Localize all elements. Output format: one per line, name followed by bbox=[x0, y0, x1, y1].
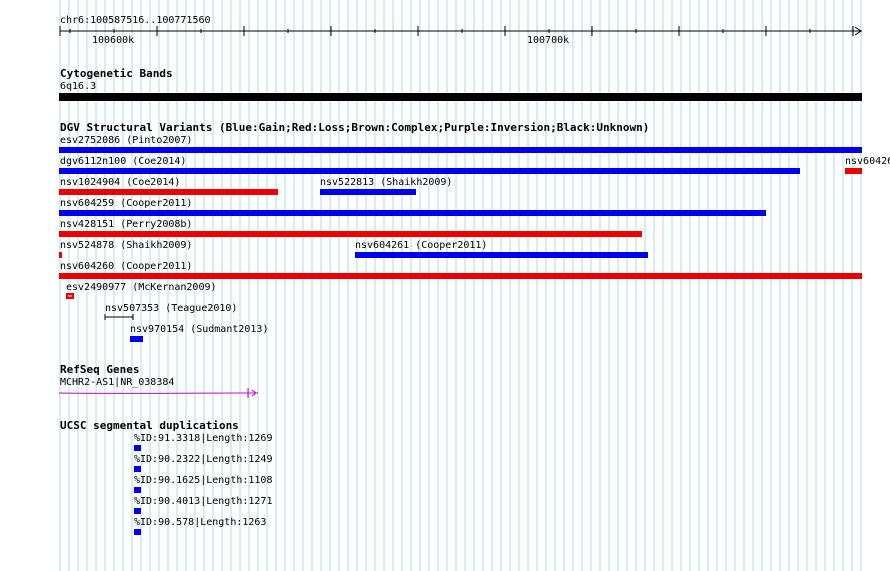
variant-label-nsv604261[interactable]: nsv604261 (Cooper2011) bbox=[355, 240, 487, 251]
variant-label-nsv604260[interactable]: nsv604260 (Cooper2011) bbox=[60, 261, 192, 272]
cyto-band-label[interactable]: 6q16.3 bbox=[60, 81, 96, 92]
segdup-label[interactable]: %ID:90.1625|Length:1108 bbox=[134, 475, 272, 486]
variant-label-nsv1024904[interactable]: nsv1024904 (Coe2014) bbox=[60, 177, 180, 188]
variant-bar-nsv604260[interactable] bbox=[59, 273, 862, 279]
ruler-tick-label: 100600k bbox=[92, 35, 135, 46]
segdup-label[interactable]: %ID:90.2322|Length:1249 bbox=[134, 454, 272, 465]
variant-bar-dgv6112n100[interactable] bbox=[59, 168, 800, 174]
segdup-bar[interactable] bbox=[134, 466, 141, 472]
track-title-refseq-genes[interactable]: RefSeq Genes bbox=[60, 364, 139, 376]
segdup-label[interactable]: %ID:90.4013|Length:1271 bbox=[134, 496, 272, 507]
variant-label-nsv524878[interactable]: nsv524878 (Shaikh2009) bbox=[60, 240, 192, 251]
variant-label-nsv970154[interactable]: nsv970154 (Sudmant2013) bbox=[130, 324, 268, 335]
track-title-segmental-duplications[interactable]: UCSC segmental duplications bbox=[60, 420, 239, 432]
variant-label-nsv522813[interactable]: nsv522813 (Shaikh2009) bbox=[320, 177, 452, 188]
variant-bar-esv2752086[interactable] bbox=[59, 147, 862, 153]
segdup-label[interactable]: %ID:91.3318|Length:1269 bbox=[134, 433, 272, 444]
variant-label-esv2752086[interactable]: esv2752086 (Pinto2007) bbox=[60, 135, 192, 146]
variant-bar-nsv522813[interactable] bbox=[320, 189, 416, 195]
variant-bar-nsv428151[interactable] bbox=[59, 231, 642, 237]
segdup-bar[interactable] bbox=[134, 445, 141, 451]
track-title-dgv-structural-variants[interactable]: DGV Structural Variants (Blue:Gain;Red:L… bbox=[60, 122, 649, 134]
variant-label-nsv604262[interactable]: nsv604262 bbox=[845, 156, 890, 167]
variant-label-dgv6112n100[interactable]: dgv6112n100 (Coe2014) bbox=[60, 156, 186, 167]
variant-bar-nsv524878[interactable] bbox=[59, 252, 62, 258]
segdup-bar[interactable] bbox=[134, 487, 141, 493]
gene-model[interactable] bbox=[58, 386, 264, 400]
track-title-cytogenetic-bands[interactable]: Cytogenetic Bands bbox=[60, 68, 173, 80]
segdup-bar[interactable] bbox=[134, 529, 141, 535]
segdup-label[interactable]: %ID:90.578|Length:1263 bbox=[134, 517, 266, 528]
variant-bar-nsv970154[interactable] bbox=[130, 336, 143, 342]
variant-bar-nsv604259[interactable] bbox=[59, 210, 766, 216]
variant-label-esv2490977[interactable]: esv2490977 (McKernan2009) bbox=[66, 282, 217, 293]
variant-label-nsv604259[interactable]: nsv604259 (Cooper2011) bbox=[60, 198, 192, 209]
variant-bar-nsv507353[interactable] bbox=[104, 313, 136, 321]
variant-bar-esv2490977[interactable] bbox=[66, 292, 76, 300]
variant-bar-nsv604261[interactable] bbox=[355, 252, 648, 258]
ruler-tick-label: 100700k bbox=[527, 35, 570, 46]
cyto-band-bar[interactable] bbox=[59, 93, 862, 101]
variant-label-nsv428151[interactable]: nsv428151 (Perry2008b) bbox=[60, 219, 192, 230]
variant-bar-nsv604262[interactable] bbox=[845, 168, 862, 174]
segdup-bar[interactable] bbox=[134, 508, 141, 514]
variant-bar-nsv1024904[interactable] bbox=[59, 189, 278, 195]
